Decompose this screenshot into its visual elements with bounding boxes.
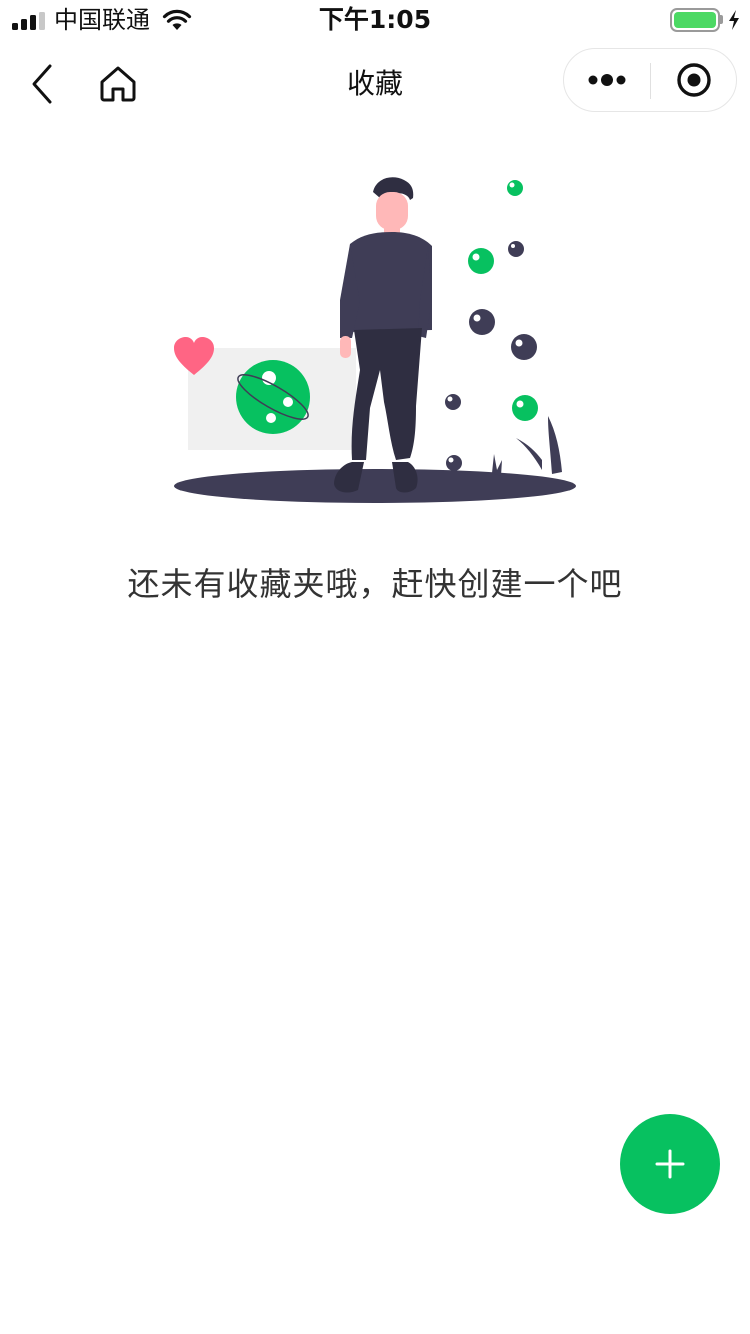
plus-icon	[655, 1149, 685, 1179]
ground-ellipse	[174, 469, 576, 503]
target-icon	[677, 63, 711, 97]
battery-icon	[670, 8, 720, 32]
add-folder-button[interactable]	[620, 1114, 720, 1214]
page: 中国联通 下午1:05 收藏 还未有收藏夹哦，赶快创建一个吧	[0, 0, 750, 1334]
more-button[interactable]	[564, 49, 650, 111]
battery-cap	[720, 15, 723, 24]
status-time: 下午1:05	[318, 5, 432, 34]
status-bar: 中国联通 下午1:05	[0, 0, 750, 40]
close-button[interactable]	[651, 49, 737, 111]
battery-level-fill	[674, 12, 716, 28]
grass-icon	[492, 416, 562, 476]
nav-bar: 收藏	[0, 40, 750, 128]
empty-state-illustration	[174, 177, 576, 503]
empty-state-message: 还未有收藏夹哦，赶快创建一个吧	[127, 565, 623, 603]
bubble-group	[445, 180, 538, 471]
capsule-menu	[563, 48, 737, 112]
more-icon	[588, 74, 626, 86]
charging-icon	[729, 10, 739, 30]
